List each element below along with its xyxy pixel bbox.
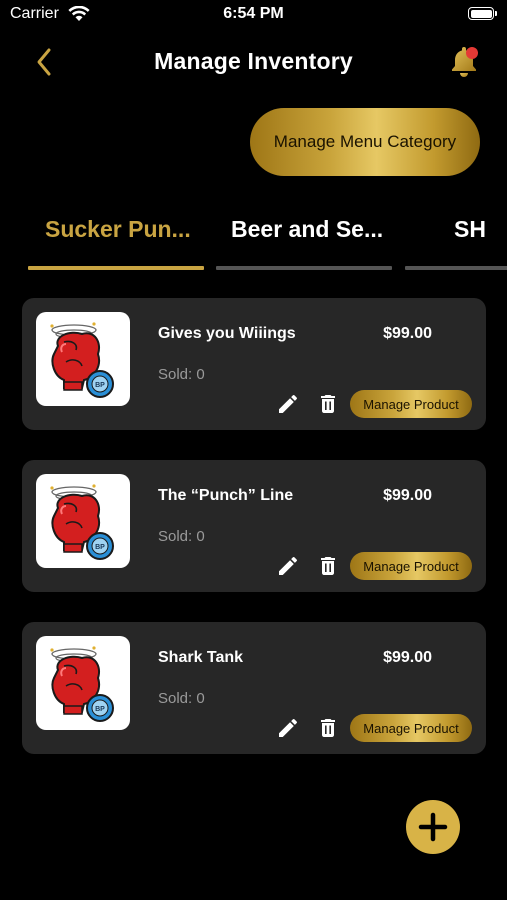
- battery-icon: [468, 7, 497, 20]
- notification-dot: [466, 47, 478, 59]
- tab-sucker-punch[interactable]: Sucker Pun...: [28, 212, 204, 272]
- product-price: $99.00: [383, 487, 432, 504]
- category-tabs: Sucker Pun... Beer and Se... SH: [0, 212, 507, 272]
- plus-icon: [418, 812, 448, 842]
- product-name: The “Punch” Line: [158, 487, 294, 504]
- trash-icon[interactable]: [316, 392, 340, 416]
- product-sold-count: Sold: 0: [158, 528, 205, 545]
- status-time: 6:54 PM: [223, 5, 284, 22]
- manage-product-button[interactable]: Manage Product: [350, 552, 472, 580]
- trash-icon[interactable]: [316, 716, 340, 740]
- product-image: BP: [36, 636, 130, 730]
- bp-logo-text: BP: [95, 544, 105, 551]
- tab-indicator: [216, 266, 392, 270]
- edit-pencil-icon[interactable]: [276, 716, 300, 740]
- product-sold-count: Sold: 0: [158, 690, 205, 707]
- product-name: Gives you Wiiings: [158, 325, 296, 342]
- tab-indicator: [28, 266, 204, 270]
- tab-label: SH: [454, 216, 486, 242]
- product-image: BP: [36, 312, 130, 406]
- tab-indicator: [405, 266, 507, 270]
- manage-product-button[interactable]: Manage Product: [350, 390, 472, 418]
- page-title: Manage Inventory: [154, 48, 353, 74]
- tab-third-category[interactable]: SH: [405, 212, 507, 272]
- product-card[interactable]: BP The “Punch” Line $99.00 Sold: 0 Manag…: [22, 460, 486, 592]
- tab-beer-and-se[interactable]: Beer and Se...: [216, 212, 392, 272]
- bp-logo-text: BP: [95, 706, 105, 713]
- status-bar: Carrier 6:54 PM: [0, 0, 507, 30]
- product-image: BP: [36, 474, 130, 568]
- tab-label: Beer and Se...: [231, 216, 384, 242]
- edit-pencil-icon[interactable]: [276, 392, 300, 416]
- bp-logo-text: BP: [95, 382, 105, 389]
- bell-icon[interactable]: [446, 44, 482, 80]
- product-price: $99.00: [383, 649, 432, 666]
- manage-product-button[interactable]: Manage Product: [350, 714, 472, 742]
- product-price: $99.00: [383, 325, 432, 342]
- product-card[interactable]: BP Shark Tank $99.00 Sold: 0 Manage Prod…: [22, 622, 486, 754]
- edit-pencil-icon[interactable]: [276, 554, 300, 578]
- manage-menu-category-button[interactable]: Manage Menu Category: [250, 108, 480, 176]
- product-name: Shark Tank: [158, 649, 244, 666]
- product-sold-count: Sold: 0: [158, 366, 205, 383]
- tab-label: Sucker Pun...: [45, 216, 191, 242]
- trash-icon[interactable]: [316, 554, 340, 578]
- product-card[interactable]: BP Gives you Wiiings $99.00 Sold: 0 Mana…: [22, 298, 486, 430]
- add-product-button[interactable]: [406, 800, 460, 854]
